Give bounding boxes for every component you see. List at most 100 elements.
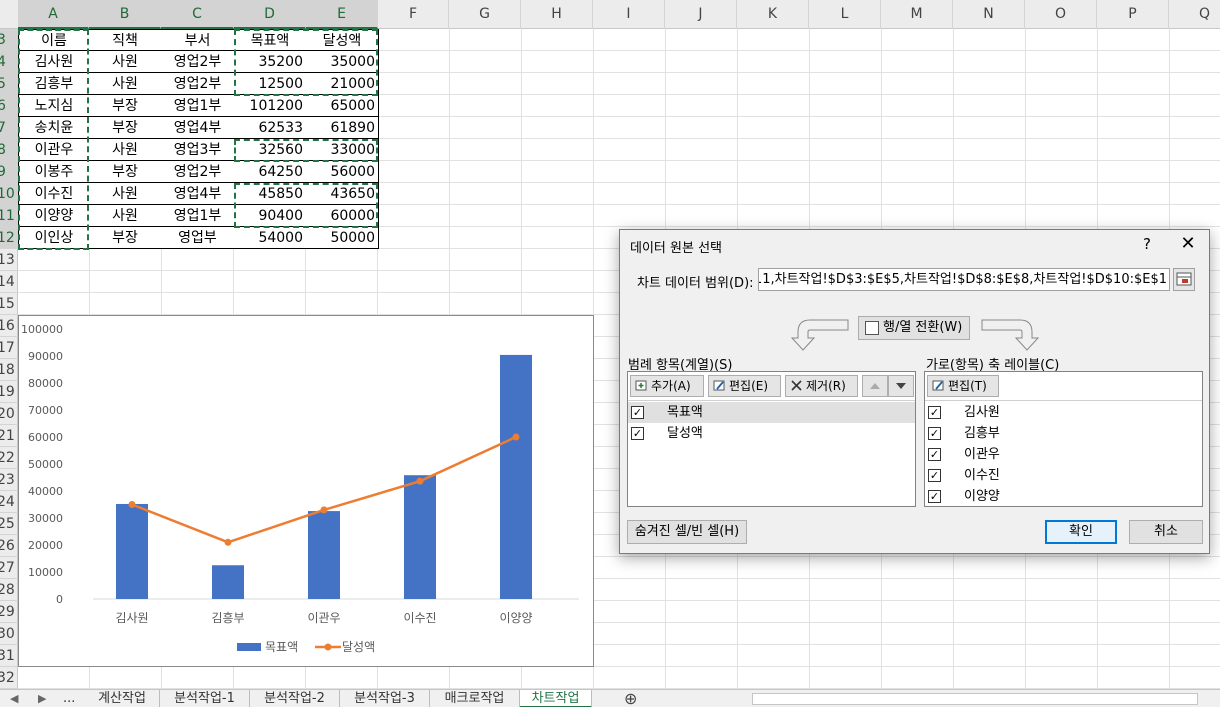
table-cell[interactable]: 50000 [306, 227, 379, 249]
row-header-11[interactable]: 11 [0, 205, 18, 227]
table-cell[interactable]: 영업4부 [161, 183, 235, 205]
table-cell[interactable]: 64250 [234, 161, 307, 183]
hidden-empty-cells-button[interactable]: 숨겨진 셀/빈 셀(H) [627, 520, 747, 544]
table-cell[interactable]: 이수진 [18, 183, 90, 205]
row-header-9[interactable]: 9 [0, 161, 18, 183]
table-cell[interactable]: 영업1부 [161, 205, 235, 227]
column-header-h[interactable]: H [521, 0, 593, 29]
table-cell[interactable]: 62533 [234, 117, 307, 139]
column-header-i[interactable]: I [593, 0, 665, 29]
header-cell[interactable]: 목표액 [234, 29, 307, 51]
table-cell[interactable]: 101200 [234, 95, 307, 117]
table-cell[interactable]: 이관우 [18, 139, 90, 161]
table-cell[interactable]: 부장 [89, 227, 162, 249]
table-cell[interactable]: 부장 [89, 95, 162, 117]
sheet-tab[interactable]: 분석작업-3 [340, 690, 430, 707]
sheet-tab[interactable]: 계산작업 [85, 690, 160, 707]
table-cell[interactable]: 영업1부 [161, 95, 235, 117]
column-header-q[interactable]: Q [1169, 0, 1220, 29]
table-cell[interactable]: 이양양 [18, 205, 90, 227]
table-cell[interactable]: 56000 [306, 161, 379, 183]
tab-overflow[interactable]: ... [63, 690, 75, 707]
checkbox[interactable]: ✓ [928, 406, 941, 419]
row-header-4[interactable]: 4 [0, 51, 18, 73]
series-item[interactable]: ✓ 목표액 [628, 402, 915, 423]
row-header-13[interactable]: 13 [0, 249, 18, 271]
column-header-k[interactable]: K [737, 0, 809, 29]
column-header-p[interactable]: P [1097, 0, 1169, 29]
column-header-a[interactable]: A [18, 0, 89, 29]
table-cell[interactable]: 12500 [234, 73, 307, 95]
table-cell[interactable]: 영업부 [161, 227, 235, 249]
table-cell[interactable]: 61890 [306, 117, 379, 139]
row-header-3[interactable]: 3 [0, 29, 18, 51]
row-header-28[interactable]: 28 [0, 579, 18, 601]
add-series-button[interactable]: 추가(A) [630, 375, 704, 397]
column-header-j[interactable]: J [665, 0, 737, 29]
ok-button[interactable]: 확인 [1045, 520, 1117, 544]
table-cell[interactable]: 35000 [306, 51, 379, 73]
switch-row-column-button[interactable]: 행/열 전환(W) [858, 316, 970, 340]
horizontal-scrollbar[interactable] [752, 693, 1198, 705]
row-header-26[interactable]: 26 [0, 535, 18, 557]
sheet-tab[interactable]: 분석작업-1 [160, 690, 250, 707]
row-header-6[interactable]: 6 [0, 95, 18, 117]
checkbox[interactable]: ✓ [928, 448, 941, 461]
table-cell[interactable]: 33000 [306, 139, 379, 161]
table-cell[interactable]: 영업3부 [161, 139, 235, 161]
axis-label-item[interactable]: ✓ 이관우 [925, 444, 1202, 465]
close-icon[interactable]: ✕ [1176, 233, 1200, 254]
axis-label-item[interactable]: ✓ 김사원 [925, 402, 1202, 423]
table-cell[interactable]: 90400 [234, 205, 307, 227]
checkbox[interactable]: ✓ [928, 490, 941, 503]
help-icon[interactable]: ? [1137, 235, 1157, 253]
header-cell[interactable]: 직책 [89, 29, 162, 51]
row-header-16[interactable]: 16 [0, 315, 18, 337]
table-cell[interactable]: 영업4부 [161, 117, 235, 139]
row-header-32[interactable]: 32 [0, 667, 18, 689]
column-header-g[interactable]: G [449, 0, 521, 29]
checkbox[interactable]: ✓ [631, 406, 644, 419]
table-cell[interactable]: 사원 [89, 73, 162, 95]
checkbox[interactable]: ✓ [928, 427, 941, 440]
edit-series-button[interactable]: 편집(E) [708, 375, 781, 397]
table-cell[interactable]: 사원 [89, 51, 162, 73]
row-header-31[interactable]: 31 [0, 645, 18, 667]
row-header-14[interactable]: 14 [0, 271, 18, 293]
chart-range-input[interactable]: :$A$11,차트작업!$D$3:$E$5,차트작업!$D$8:$E$8,차트작… [758, 268, 1170, 291]
row-header-29[interactable]: 29 [0, 601, 18, 623]
row-header-22[interactable]: 22 [0, 447, 18, 469]
column-header-b[interactable]: B [89, 0, 161, 29]
row-header-20[interactable]: 20 [0, 403, 18, 425]
row-header-5[interactable]: 5 [0, 73, 18, 95]
column-header-o[interactable]: O [1025, 0, 1097, 29]
table-cell[interactable]: 송치윤 [18, 117, 90, 139]
row-header-10[interactable]: 10 [0, 183, 18, 205]
row-header-27[interactable]: 27 [0, 557, 18, 579]
axis-label-item[interactable]: ✓ 김흥부 [925, 423, 1202, 444]
table-cell[interactable]: 이봉주 [18, 161, 90, 183]
column-header-d[interactable]: D [234, 0, 306, 29]
row-header-19[interactable]: 19 [0, 381, 18, 403]
axis-label-item[interactable]: ✓ 이수진 [925, 465, 1202, 486]
row-header-25[interactable]: 25 [0, 513, 18, 535]
table-cell[interactable]: 영업2부 [161, 51, 235, 73]
row-header-17[interactable]: 17 [0, 337, 18, 359]
cancel-button[interactable]: 취소 [1129, 520, 1203, 544]
sheet-tab[interactable]: 매크로작업 [430, 690, 520, 707]
sheet-tab[interactable]: 분석작업-2 [250, 690, 340, 707]
add-sheet-icon[interactable]: ⊕ [624, 690, 637, 707]
column-header-n[interactable]: N [953, 0, 1025, 29]
row-header-30[interactable]: 30 [0, 623, 18, 645]
move-up-button[interactable] [862, 375, 888, 397]
column-header-e[interactable]: E [306, 0, 378, 29]
table-cell[interactable]: 이인상 [18, 227, 90, 249]
table-cell[interactable]: 21000 [306, 73, 379, 95]
table-cell[interactable]: 사원 [89, 205, 162, 227]
tab-nav-next-icon[interactable]: ▶ [38, 690, 46, 707]
table-cell[interactable]: 김사원 [18, 51, 90, 73]
table-cell[interactable]: 사원 [89, 183, 162, 205]
combo-chart[interactable]: 100000 90000 80000 70000 60000 50000 40000 3000… [18, 315, 594, 667]
column-header-l[interactable]: L [809, 0, 881, 29]
remove-series-button[interactable]: 제거(R) [785, 375, 858, 397]
